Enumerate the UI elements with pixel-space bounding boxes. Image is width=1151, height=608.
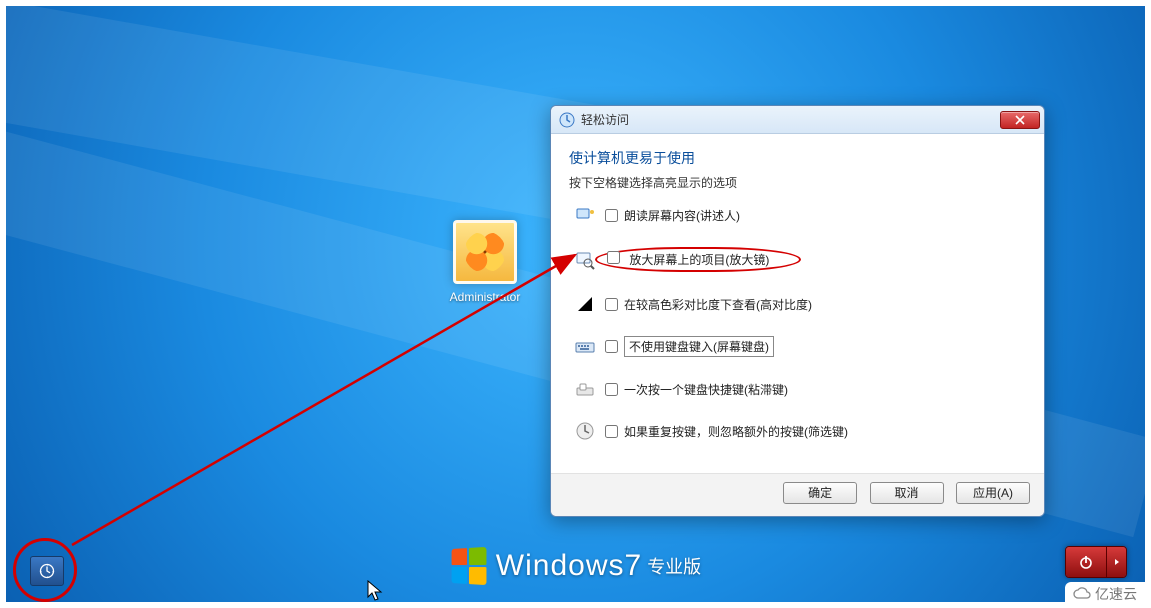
option-label: 不使用键盘键入(屏幕键盘)	[624, 336, 774, 357]
cloud-icon	[1073, 587, 1091, 601]
close-icon	[1015, 115, 1025, 125]
ease-of-access-icon	[559, 112, 575, 128]
avatar	[453, 220, 517, 284]
login-desktop: Administrator 轻松访问 使计算机更易于使用 按下空格键选择高亮显示…	[0, 0, 1151, 608]
checkbox-high-contrast[interactable]	[605, 298, 618, 311]
magnifier-icon	[575, 250, 595, 270]
option-label: 如果重复按键，则忽略额外的按键(筛选键)	[624, 423, 848, 440]
windows-logo-icon	[451, 547, 486, 585]
ok-button[interactable]: 确定	[783, 482, 857, 504]
apply-button[interactable]: 应用(A)	[956, 482, 1030, 504]
user-tile[interactable]: Administrator	[440, 220, 530, 304]
dialog-titlebar[interactable]: 轻松访问	[551, 106, 1044, 134]
watermark: 亿速云	[1065, 582, 1145, 606]
ease-of-access-dialog: 轻松访问 使计算机更易于使用 按下空格键选择高亮显示的选项 朗读屏幕内容(讲述人…	[550, 105, 1045, 517]
brand-name: Windows	[496, 549, 625, 583]
option-label: 在较高色彩对比度下查看(高对比度)	[624, 296, 812, 313]
option-sticky-keys[interactable]: 一次按一个键盘快捷键(粘滞键)	[575, 379, 1026, 399]
sticky-keys-icon	[575, 379, 595, 399]
checkbox-narrator[interactable]	[605, 209, 618, 222]
mouse-cursor-icon	[367, 580, 383, 602]
dialog-heading: 使计算机更易于使用	[569, 148, 1026, 168]
option-label: 放大屏幕上的项目(放大镜)	[629, 253, 769, 267]
checkbox-filter[interactable]	[605, 425, 618, 438]
filter-keys-icon	[575, 421, 595, 441]
checkbox-osk[interactable]	[605, 340, 618, 353]
option-on-screen-keyboard[interactable]: 不使用键盘键入(屏幕键盘)	[575, 336, 1026, 357]
high-contrast-icon	[575, 294, 595, 314]
brand-edition: 专业版	[647, 553, 701, 579]
dialog-title: 轻松访问	[581, 111, 629, 128]
option-filter-keys[interactable]: 如果重复按键，则忽略额外的按键(筛选键)	[575, 421, 1026, 441]
dialog-content: 使计算机更易于使用 按下空格键选择高亮显示的选项 朗读屏幕内容(讲述人) 放大屏…	[551, 134, 1044, 473]
avatar-image	[464, 231, 506, 273]
watermark-text: 亿速云	[1095, 584, 1137, 604]
keyboard-icon	[575, 337, 595, 357]
checkbox-magnifier[interactable]	[607, 251, 620, 264]
user-name-label: Administrator	[440, 290, 530, 304]
option-label: 一次按一个键盘快捷键(粘滞键)	[624, 381, 788, 398]
checkbox-sticky[interactable]	[605, 383, 618, 396]
option-narrator[interactable]: 朗读屏幕内容(讲述人)	[575, 205, 1026, 225]
dialog-subtitle: 按下空格键选择高亮显示的选项	[569, 174, 1026, 191]
brand-version: 7	[625, 549, 642, 583]
dialog-button-row: 确定 取消 应用(A)	[551, 473, 1044, 516]
cancel-button[interactable]: 取消	[870, 482, 944, 504]
option-high-contrast[interactable]: 在较高色彩对比度下查看(高对比度)	[575, 294, 1026, 314]
windows-branding: Windows 7 专业版	[0, 548, 1151, 584]
option-label: 朗读屏幕内容(讲述人)	[624, 207, 740, 224]
narrator-icon	[575, 205, 595, 225]
close-button[interactable]	[1000, 111, 1040, 129]
option-magnifier[interactable]: 放大屏幕上的项目(放大镜)	[575, 247, 1026, 272]
